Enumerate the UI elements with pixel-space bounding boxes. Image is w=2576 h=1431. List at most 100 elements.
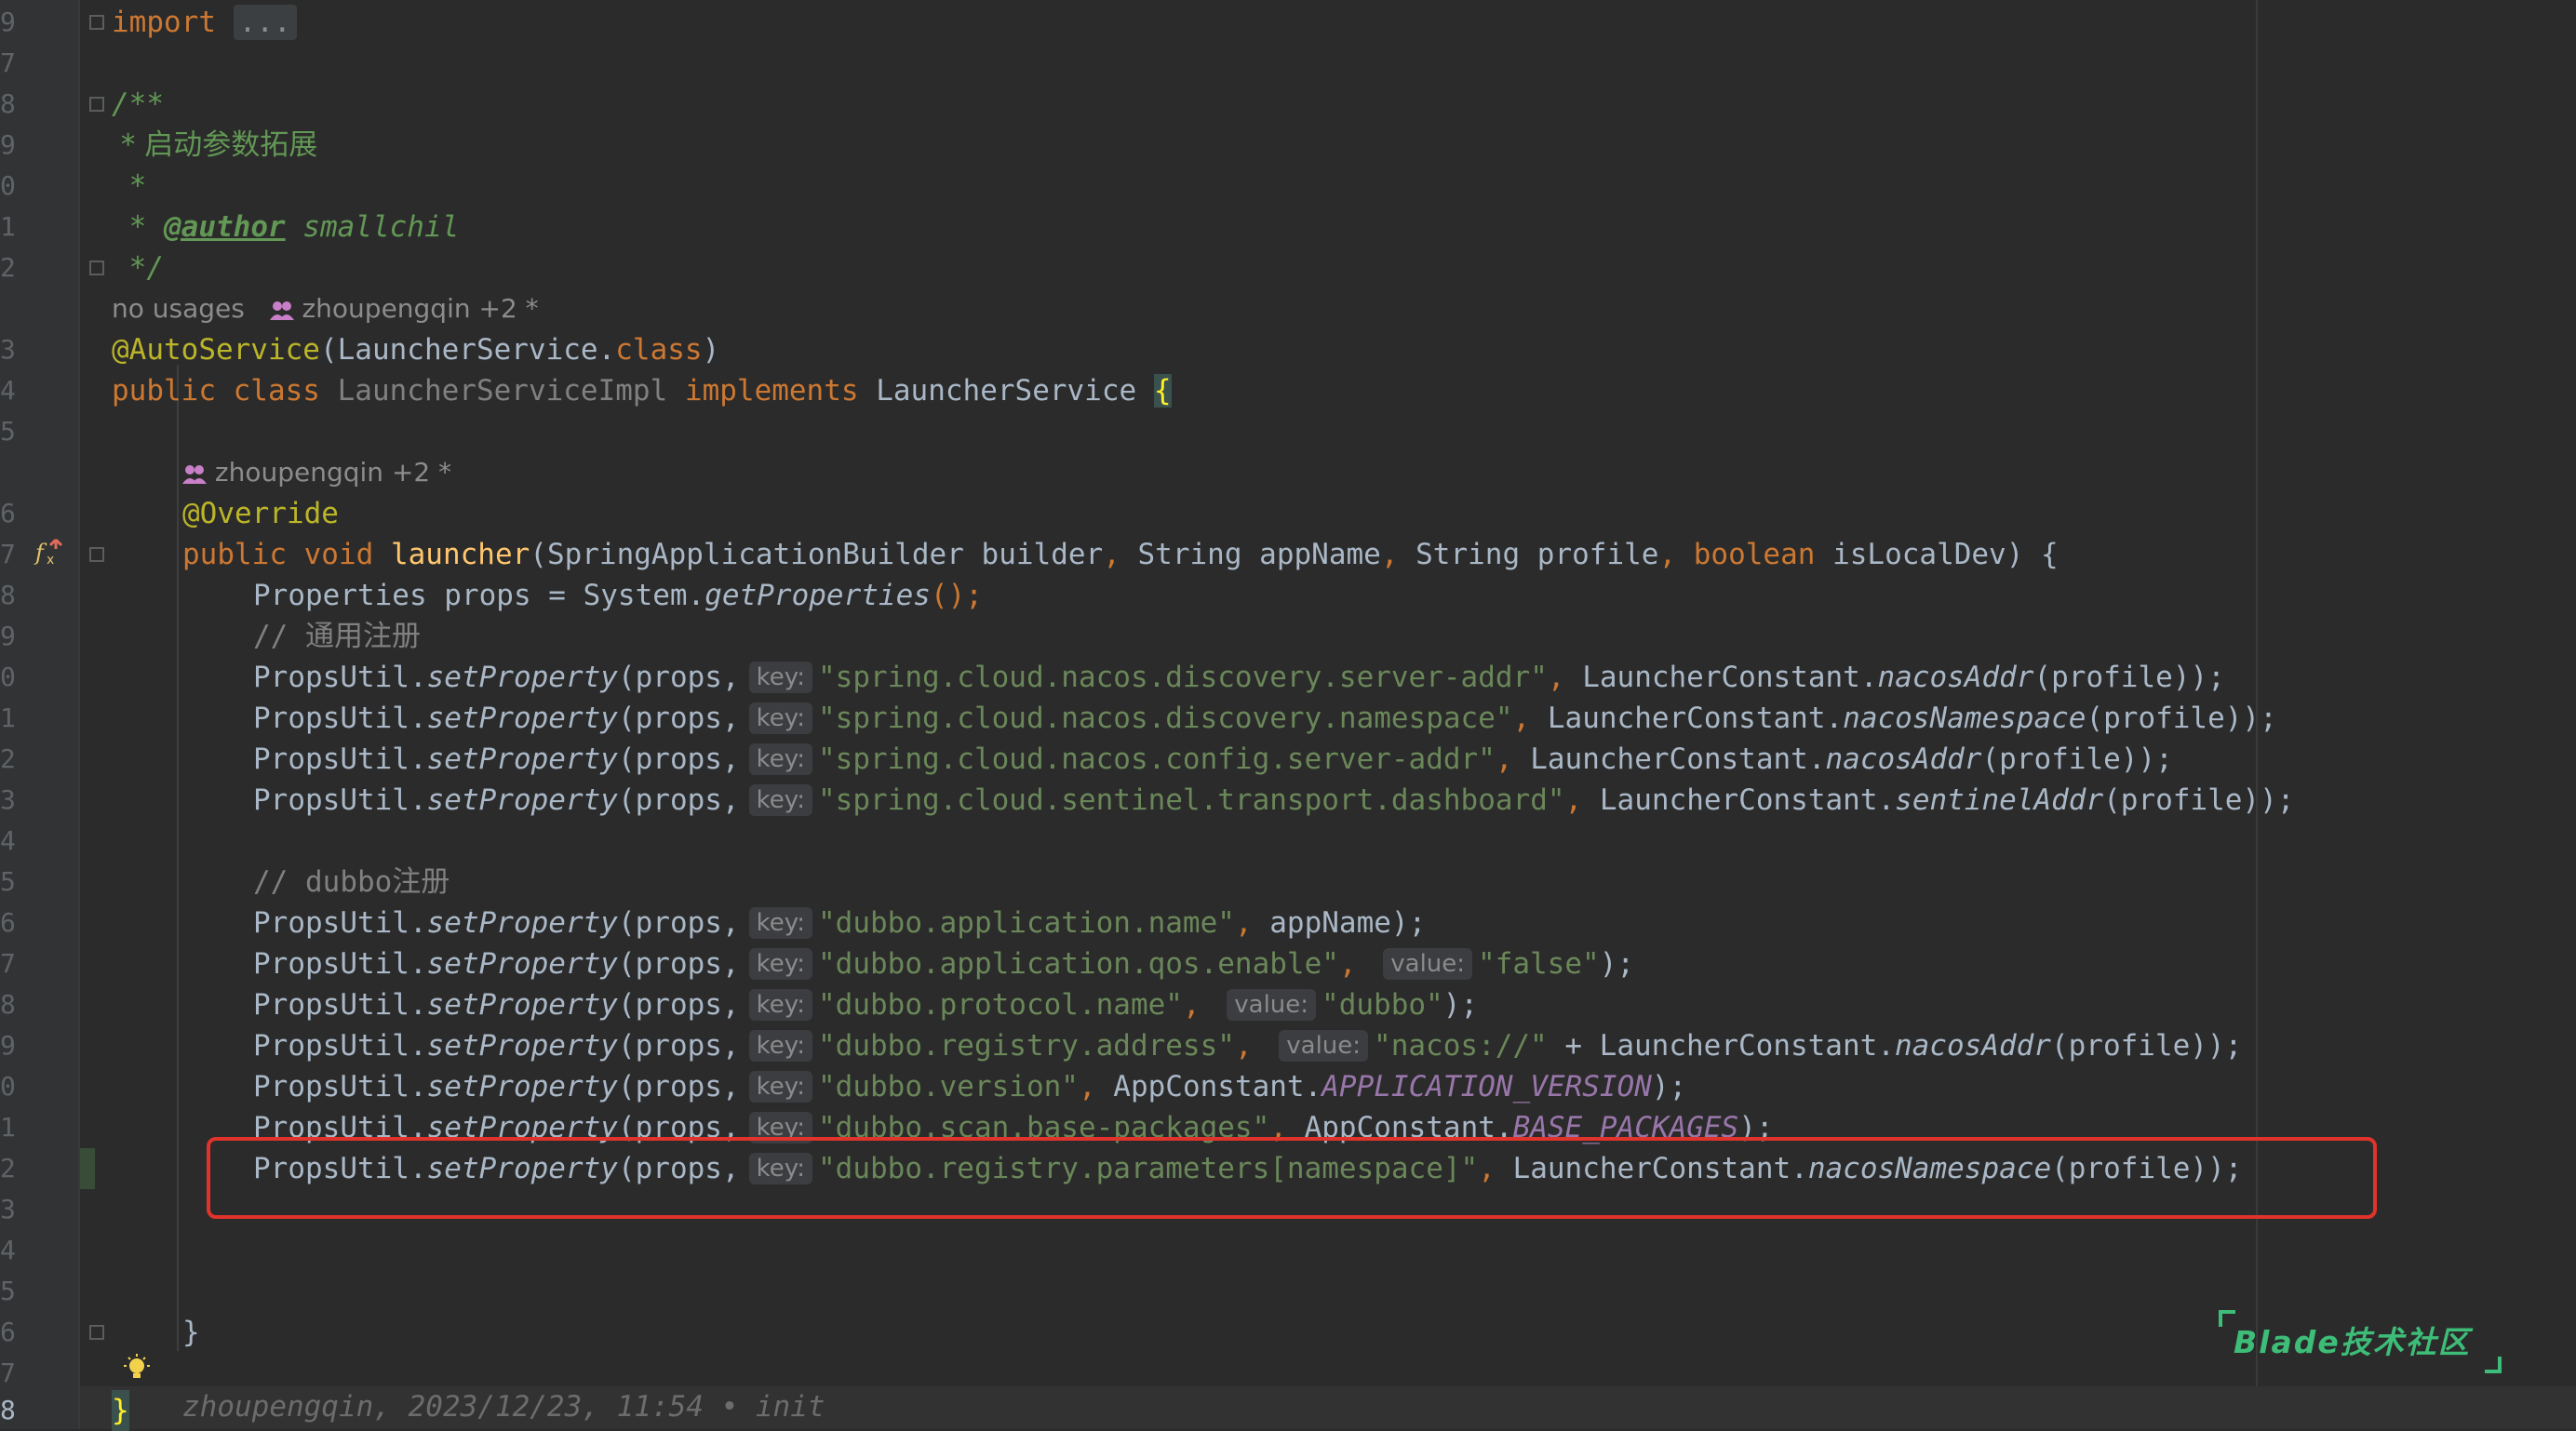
punct: (); <box>930 579 983 612</box>
keyword: import <box>112 6 216 39</box>
doc-author-tag[interactable]: @author <box>164 210 286 244</box>
class-name[interactable]: LauncherServiceImpl <box>338 374 668 408</box>
method-call[interactable]: setProperty <box>427 988 618 1022</box>
args: appName); <box>1269 906 1427 940</box>
args: (props, <box>617 988 740 1022</box>
author-hint[interactable]: zhoupengqin +2 * <box>302 293 538 324</box>
code-line[interactable]: public class LauncherServiceImpl impleme… <box>112 370 1172 411</box>
method-call[interactable]: setProperty <box>427 661 618 694</box>
watermark: Blade技术社区 <box>2219 1310 2502 1373</box>
code-line[interactable]: PropsUtil.setProperty(props, key: "dubbo.r… <box>253 1025 2242 1066</box>
lightbulb-icon[interactable] <box>123 1353 151 1384</box>
code-line[interactable]: PropsUtil.setProperty(props, key: "dubbo.p… <box>253 984 1478 1025</box>
param: String profile <box>1415 538 1659 571</box>
method-author-hint[interactable]: zhoupengqin +2 * <box>182 452 451 493</box>
usage-count[interactable]: no usages <box>112 293 245 324</box>
punct: ); <box>1651 1070 1687 1103</box>
method-call[interactable]: getProperties <box>704 579 931 612</box>
comma: , <box>1234 1029 1270 1063</box>
punct: (profile)); <box>2086 702 2277 735</box>
code-line[interactable]: PropsUtil.setProperty(props, key: "spring.… <box>253 698 2277 739</box>
code-line[interactable]: Properties props = System.getProperties(… <box>253 575 983 616</box>
code-line[interactable]: PropsUtil.setProperty(props, key: "spring.… <box>253 657 2225 698</box>
method-call[interactable]: setProperty <box>427 742 618 776</box>
class-ref: PropsUtil. <box>253 661 427 694</box>
class-ref: LauncherConstant. <box>1582 661 1878 694</box>
line-number: 5 <box>0 1276 16 1306</box>
code-line[interactable]: PropsUtil.setProperty(props, key: "dubbo.v… <box>253 1066 1686 1107</box>
param-hint: key: <box>748 662 812 693</box>
string-literal: "false" <box>1478 947 1600 981</box>
class-ref: LauncherConstant. <box>1530 742 1826 776</box>
param: isLocalDev) { <box>1815 538 2059 571</box>
code-line[interactable]: @AutoService(LauncherService.class) <box>112 329 719 370</box>
constant[interactable]: APPLICATION_VERSION <box>1322 1070 1652 1103</box>
code-line[interactable]: public void launcher(SpringApplicationBu… <box>182 534 2059 575</box>
param-hint: key: <box>748 1071 812 1103</box>
code-line[interactable]: PropsUtil.setProperty(props, key: "spring.… <box>253 739 2173 780</box>
matched-brace: { <box>1153 374 1172 408</box>
comma: , <box>1564 783 1600 817</box>
class-ref: PropsUtil. <box>253 1029 427 1063</box>
git-blame-inline[interactable]: zhoupengqin, 2023/12/23, 11:54 • init <box>182 1386 825 1427</box>
punct: ); <box>1442 988 1479 1022</box>
args: (props, <box>617 702 740 735</box>
string-literal: "dubbo" <box>1322 988 1443 1022</box>
comma: , <box>1547 661 1583 694</box>
code-line[interactable]: PropsUtil.setProperty(props, key: "dubbo.a… <box>253 903 1426 943</box>
code-line[interactable]: PropsUtil.setProperty(props, key: "dubbo.a… <box>253 943 1634 984</box>
comma: , <box>1182 988 1218 1022</box>
code-editor[interactable]: 9 7 8 9 0 1 2 3 4 5 6 7 8 9 0 1 2 3 4 5 … <box>0 0 2576 1431</box>
args: (props, <box>617 742 740 776</box>
method-call[interactable]: nacosAddr <box>1826 742 1982 776</box>
code-line[interactable]: import ... <box>112 2 297 43</box>
string-literal: "dubbo.version" <box>818 1070 1079 1103</box>
author-hint[interactable]: zhoupengqin +2 * <box>215 457 451 488</box>
punct: ); <box>1599 947 1635 981</box>
line-number: 7 <box>0 47 16 78</box>
args: (props, <box>617 661 740 694</box>
class-ref: LauncherConstant. <box>1547 702 1844 735</box>
method-call[interactable]: setProperty <box>427 1070 618 1103</box>
collapsed-imports[interactable]: ... <box>233 5 297 40</box>
string-literal: "spring.cloud.sentinel.transport.dashboa… <box>818 783 1565 817</box>
args: (props, <box>617 1070 740 1103</box>
param-hint: key: <box>748 743 812 775</box>
line-number: 7 <box>0 1357 16 1388</box>
class-ref: PropsUtil. <box>253 906 427 940</box>
class-ref: PropsUtil. <box>253 1070 427 1103</box>
method-call[interactable]: setProperty <box>427 1029 618 1063</box>
method-call[interactable]: nacosAddr <box>1877 661 2033 694</box>
users-icon <box>182 465 207 484</box>
users-icon <box>269 301 294 320</box>
doc-comment-line: * @author smallchil <box>112 207 460 247</box>
class-usage-hint[interactable]: no usages zhoupengqin +2 * <box>112 288 539 329</box>
string-literal: "spring.cloud.nacos.config.server-addr" <box>818 742 1496 776</box>
method-call[interactable]: nacosAddr <box>1895 1029 2051 1063</box>
method-call[interactable]: setProperty <box>427 947 618 981</box>
code-line[interactable]: @Override <box>182 493 339 534</box>
method-name[interactable]: launcher <box>391 538 530 571</box>
args: (props, <box>617 906 740 940</box>
string-literal: "nacos://" <box>1374 1029 1548 1063</box>
param: (SpringApplicationBuilder builder <box>530 538 1104 571</box>
punct: (profile)); <box>2033 661 2225 694</box>
method-call[interactable]: setProperty <box>427 702 618 735</box>
method-call[interactable]: nacosNamespace <box>1843 702 2086 735</box>
param-hint: value: <box>1279 1030 1369 1062</box>
watermark-text: Blade技术社区 <box>2234 1324 2471 1360</box>
method-call[interactable]: setProperty <box>427 906 618 940</box>
doc-comment-open: /** <box>112 87 164 121</box>
method-call[interactable]: sentinelAddr <box>1895 783 2103 817</box>
annotation: @Override <box>182 497 339 530</box>
param-hint: key: <box>748 948 812 980</box>
code-line[interactable]: PropsUtil.setProperty(props, key: "spring.… <box>253 780 2294 821</box>
class-ref: PropsUtil. <box>253 947 427 981</box>
method-call[interactable]: setProperty <box>427 783 618 817</box>
param-hint: key: <box>748 702 812 734</box>
method-close-brace: } <box>182 1316 200 1349</box>
param-hint: key: <box>748 1030 812 1062</box>
interface-name[interactable]: LauncherService <box>876 374 1154 408</box>
doc-comment-close: */ <box>112 251 164 285</box>
comma: , <box>1495 742 1531 776</box>
